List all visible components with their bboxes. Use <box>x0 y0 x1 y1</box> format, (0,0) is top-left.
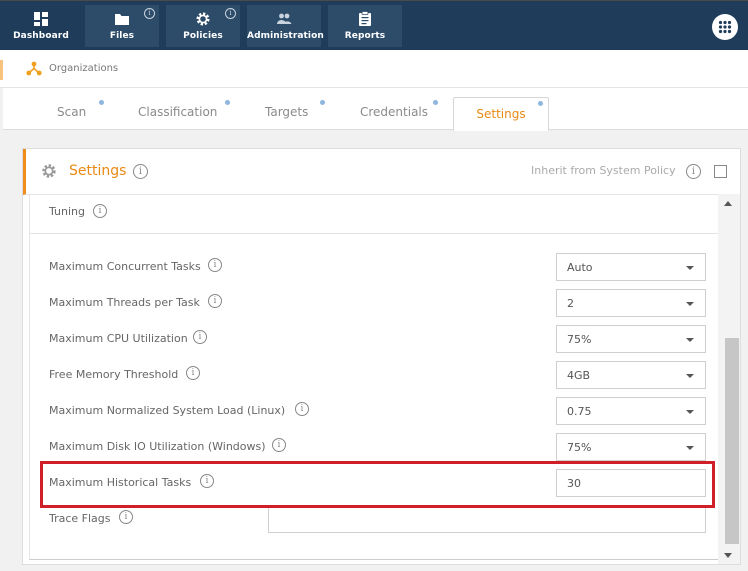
nav-dashboard-button[interactable]: Dashboard <box>4 5 78 47</box>
info-icon[interactable]: i <box>208 258 222 272</box>
info-icon[interactable]: i <box>93 204 107 218</box>
select-value: 75% <box>567 441 592 454</box>
chevron-down-icon <box>686 446 694 450</box>
chevron-down-icon <box>686 338 694 342</box>
row-label: Free Memory Threshold <box>49 368 179 381</box>
select-value: 4GB <box>567 369 591 382</box>
nav-reports-button[interactable]: Reports <box>328 5 402 47</box>
chevron-down-icon <box>686 410 694 414</box>
select-value: 0.75 <box>567 405 592 418</box>
max-disk-io-select[interactable]: 75% <box>556 433 706 461</box>
info-icon[interactable]: i <box>272 438 286 452</box>
row-label: Maximum Concurrent Tasks <box>49 260 201 273</box>
row-label: Maximum CPU Utilization <box>49 332 188 345</box>
nav-label: Files <box>109 31 135 41</box>
max-threads-per-task-select[interactable]: 2 <box>556 289 706 317</box>
row-label: Trace Flags <box>49 512 111 525</box>
nav-label: Reports <box>344 31 386 41</box>
info-icon[interactable]: i <box>133 164 148 179</box>
tab-targets[interactable]: Targets <box>265 105 308 119</box>
trace-flags-input[interactable] <box>268 505 706 533</box>
info-icon[interactable]: i <box>119 510 133 524</box>
tab-bar: Scan Classification Targets Credentials … <box>3 88 748 131</box>
gear-icon <box>42 164 56 178</box>
section-title: Tuning <box>49 205 86 218</box>
nav-label: Dashboard <box>13 31 69 41</box>
tab-credentials[interactable]: Credentials <box>360 105 428 119</box>
breadcrumb-organizations-link[interactable]: Organizations <box>49 63 118 74</box>
select-value: 2 <box>567 297 574 310</box>
settings-title: Settings <box>69 163 127 179</box>
apps-grid-button[interactable] <box>712 14 738 40</box>
nav-policies-button[interactable]: Policies i <box>166 5 240 47</box>
tab-scan[interactable]: Scan <box>57 105 86 119</box>
clipboard-icon <box>359 11 371 26</box>
select-value: Auto <box>567 261 593 274</box>
info-icon[interactable]: i <box>225 8 236 19</box>
scroll-up-icon[interactable] <box>724 201 732 206</box>
chevron-down-icon <box>686 266 694 270</box>
max-cpu-utilization-select[interactable]: 75% <box>556 325 706 353</box>
folder-icon <box>115 14 129 25</box>
info-icon[interactable]: i <box>144 8 155 19</box>
gear-icon <box>196 12 210 26</box>
nav-administration-button[interactable]: Administration <box>247 5 324 47</box>
select-value: 75% <box>567 333 592 346</box>
nav-label: Policies <box>183 31 223 41</box>
info-icon[interactable]: i <box>686 164 701 179</box>
scrollbar-thumb[interactable] <box>725 338 739 544</box>
settings-card-header: Settings i Inherit from System Policy i <box>23 149 740 195</box>
row-label: Maximum Disk IO Utilization (Windows) <box>49 440 266 453</box>
grid-icon <box>718 20 732 34</box>
inherit-checkbox[interactable] <box>714 165 727 178</box>
tab-status-dot <box>99 100 104 105</box>
max-system-load-select[interactable]: 0.75 <box>556 397 706 425</box>
chevron-down-icon <box>686 374 694 378</box>
nav-files-button[interactable]: Files i <box>85 5 159 47</box>
highlight-box <box>40 461 715 508</box>
info-icon[interactable]: i <box>208 294 222 308</box>
dashboard-icon <box>34 12 48 26</box>
tab-status-dot <box>320 100 325 105</box>
tab-settings[interactable]: Settings <box>453 97 549 131</box>
top-navbar: Dashboard Files i Policies i Administrat… <box>0 0 748 50</box>
inherit-label: Inherit from System Policy <box>531 164 676 177</box>
free-memory-threshold-select[interactable]: 4GB <box>556 361 706 389</box>
users-icon <box>277 13 292 24</box>
chevron-down-icon <box>686 302 694 306</box>
organizations-icon <box>26 61 42 76</box>
max-concurrent-tasks-select[interactable]: Auto <box>556 253 706 281</box>
row-label: Maximum Threads per Task <box>49 296 200 309</box>
breadcrumb-accent <box>0 60 3 80</box>
info-icon[interactable]: i <box>186 366 200 380</box>
tab-status-dot <box>538 101 543 106</box>
section-divider <box>30 233 718 234</box>
tab-status-dot <box>433 100 438 105</box>
scroll-down-icon[interactable] <box>724 553 732 558</box>
vertical-scrollbar[interactable] <box>718 194 740 564</box>
tab-status-dot <box>225 100 230 105</box>
breadcrumb: Organizations <box>0 50 748 88</box>
info-icon[interactable]: i <box>295 402 309 416</box>
info-icon[interactable]: i <box>193 330 207 344</box>
nav-label: Administration <box>247 31 324 41</box>
tab-classification[interactable]: Classification <box>138 105 217 119</box>
row-label: Maximum Normalized System Load (Linux) <box>49 404 286 417</box>
tab-settings-label: Settings <box>476 107 526 121</box>
